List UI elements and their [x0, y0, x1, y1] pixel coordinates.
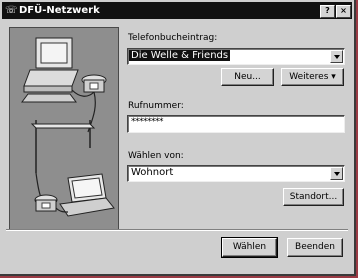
title-bar[interactable]: ☏ DFÜ-Netzwerk ? ×: [2, 2, 352, 19]
telephone-bottom-icon: [34, 194, 58, 212]
phonebook-entry-label: Telefonbucheintrag:: [128, 33, 218, 43]
phone-line-icon: [30, 120, 96, 173]
dial-from-label: Wählen von:: [128, 151, 184, 161]
phone-number-label: Rufnummer:: [128, 101, 184, 111]
dialog-window: ☏ DFÜ-Netzwerk ? × Telefonbucheintrag: D…: [0, 0, 356, 276]
more-options-button[interactable]: Weiteres ▾: [281, 68, 344, 86]
close-window-button[interactable]: ×: [336, 5, 351, 18]
dial-from-select[interactable]: Wohnort: [127, 165, 345, 182]
new-entry-button[interactable]: Neu...: [221, 68, 274, 86]
dropdown-arrow-icon[interactable]: [330, 50, 343, 63]
dial-up-app-icon: ☏: [5, 5, 18, 16]
dial-button[interactable]: Wählen: [221, 237, 278, 258]
desktop-computer-icon: [21, 37, 79, 103]
phonebook-entry-select[interactable]: Die Welle & Friends: [127, 48, 345, 65]
close-button[interactable]: Beenden: [287, 238, 343, 257]
network-illustration-graphic: [21, 37, 115, 217]
dropdown-arrow-icon[interactable]: [330, 167, 343, 180]
window-title: DFÜ-Netzwerk: [19, 5, 100, 16]
help-button[interactable]: ?: [320, 5, 335, 18]
laptop-icon: [59, 173, 115, 217]
divider: [6, 229, 348, 231]
phonebook-entry-value: Die Welle & Friends: [129, 50, 231, 61]
location-button[interactable]: Standort...: [283, 188, 344, 206]
phone-number-value: ********: [131, 117, 164, 127]
dial-from-value: Wohnort: [131, 167, 174, 178]
phone-number-field[interactable]: ********: [127, 115, 345, 133]
telephone-icon: [81, 74, 107, 93]
dial-up-illustration: [9, 27, 119, 230]
